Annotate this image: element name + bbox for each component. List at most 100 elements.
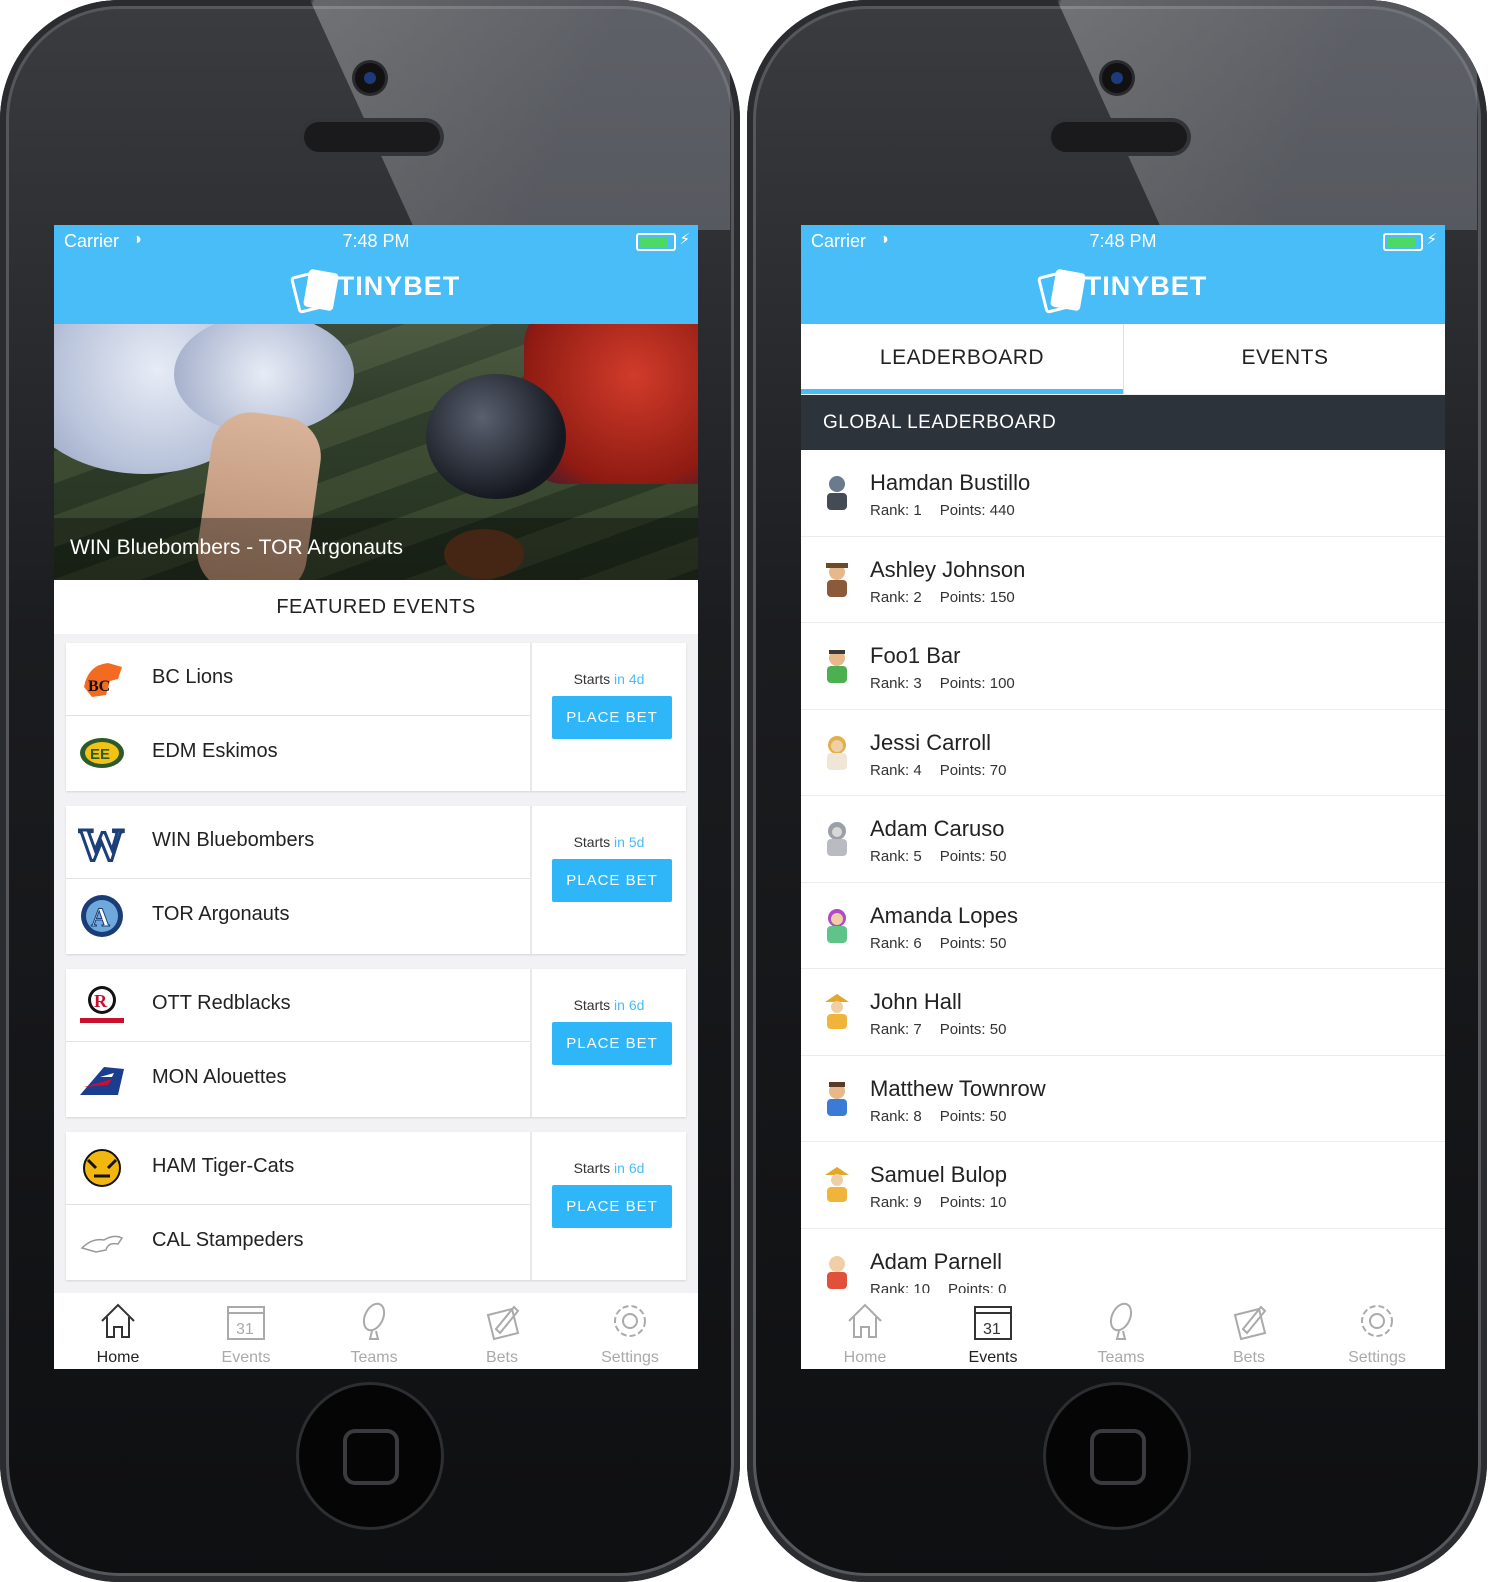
- tab-settings[interactable]: Settings: [566, 1293, 694, 1369]
- leaderboard-row[interactable]: Ashley Johnson Rank: 2 Points: 150: [801, 537, 1445, 623]
- team-row[interactable]: EE EDM Eskimos: [66, 717, 530, 789]
- home-icon: [848, 1303, 882, 1338]
- svg-text:BC: BC: [88, 678, 110, 695]
- leaderboard-row[interactable]: Hamdan Bustillo Rank: 1 Points: 440: [801, 450, 1445, 537]
- player-rank: 6: [913, 934, 922, 952]
- leaderboard-row[interactable]: Matthew Townrow Rank: 8 Points: 50: [801, 1056, 1445, 1142]
- home-button[interactable]: [299, 1385, 441, 1527]
- tab-settings[interactable]: Settings: [1313, 1293, 1441, 1369]
- glass-reflection: [1057, 0, 1477, 230]
- clock: 7:48 PM: [1089, 231, 1157, 251]
- home-icon: [101, 1303, 135, 1338]
- football-icon: [362, 1302, 386, 1340]
- team-name: WIN Bluebombers: [152, 829, 315, 851]
- team-row[interactable]: A TOR Argonauts: [66, 880, 530, 952]
- calendar-icon: 31: [974, 1306, 1012, 1340]
- event-start-time: Starts in 4d: [573, 671, 645, 687]
- tab-teams[interactable]: Teams: [310, 1293, 438, 1369]
- player-name: Hamdan Bustillo: [870, 470, 1031, 495]
- win-bluebombers-logo: W: [78, 820, 126, 864]
- tab-bets[interactable]: Bets: [438, 1293, 566, 1369]
- battery-icon: [636, 233, 676, 251]
- app-header: TINYBET: [54, 257, 698, 324]
- tab-bar: Home 31 Events Teams Bets Settings: [801, 1293, 1445, 1369]
- tab-bets[interactable]: Bets: [1185, 1293, 1313, 1369]
- team-name: BC Lions: [152, 666, 234, 688]
- charging-icon: ⚡: [1426, 231, 1437, 248]
- home-button[interactable]: [1046, 1385, 1188, 1527]
- leaderboard-row[interactable]: Adam Caruso Rank: 5 Points: 50: [801, 796, 1445, 883]
- player-name: Foo1 Bar: [870, 643, 961, 668]
- phone-leaderboard: Carrier ◑ 7:48 PM ⚡ TINYBET LEADERBOARD …: [747, 0, 1487, 1582]
- player-points: 0: [998, 1280, 1007, 1294]
- earpiece-speaker: [1051, 122, 1187, 152]
- hero-banner[interactable]: WIN Bluebombers - TOR Argonauts: [54, 324, 698, 580]
- team-row[interactable]: CAL Stampeders: [66, 1206, 530, 1278]
- player-name: Samuel Bulop: [870, 1162, 1007, 1187]
- svg-text:31: 31: [983, 1321, 1001, 1338]
- avatar-icon: [827, 650, 847, 683]
- place-bet-button[interactable]: PLACE BET: [552, 696, 672, 739]
- player-rank: 5: [913, 848, 922, 865]
- team-row[interactable]: BC BC Lions: [66, 643, 530, 716]
- event-start-time: Starts in 5d: [573, 834, 645, 850]
- app-name: TINYBET: [337, 271, 461, 302]
- player-rank: 7: [913, 1021, 922, 1038]
- ham-tiger-cats-logo: [83, 1149, 121, 1187]
- cards-icon: [289, 268, 339, 315]
- player-points: 70: [989, 761, 1007, 779]
- cards-icon: [1036, 268, 1086, 315]
- calendar-icon: 31: [227, 1306, 265, 1340]
- team-row[interactable]: MON Alouettes: [66, 1043, 530, 1115]
- tab-events[interactable]: 31 Events: [929, 1293, 1057, 1369]
- leaderboard-row[interactable]: Amanda Lopes Rank: 6 Points: 50: [801, 883, 1445, 969]
- place-bet-button[interactable]: PLACE BET: [552, 1022, 672, 1065]
- player-rank: 2: [913, 588, 922, 606]
- leaderboard-row[interactable]: John Hall Rank: 7 Points: 50: [801, 969, 1445, 1056]
- player-rank: 3: [913, 675, 922, 692]
- app-header: TINYBET: [801, 257, 1445, 324]
- featured-events-title: FEATURED EVENTS: [54, 580, 698, 634]
- tab-home[interactable]: Home: [54, 1293, 182, 1369]
- leaderboard-row[interactable]: Jessi Carroll Rank: 4 Points: 70: [801, 710, 1445, 796]
- player-name: Jessi Carroll: [870, 729, 992, 755]
- bc-lions-logo: BC: [84, 663, 122, 697]
- event-start-time: Starts in 6d: [573, 997, 645, 1013]
- player-name: John Hall: [870, 989, 962, 1014]
- pen-paper-icon: [1233, 1305, 1267, 1341]
- player-points: 10: [989, 1194, 1007, 1211]
- leaderboard-row[interactable]: Foo1 Bar Rank: 3 Points: 100: [801, 623, 1445, 710]
- tab-teams[interactable]: Teams: [1057, 1293, 1185, 1369]
- tab-home[interactable]: Home: [801, 1293, 929, 1369]
- segment-tabs: LEADERBOARD EVENTS: [801, 324, 1445, 394]
- player-rank: 8: [913, 1107, 922, 1125]
- status-bar: Carrier ◑ 7:48 PM ⚡: [54, 225, 698, 257]
- leaderboard-row[interactable]: Samuel Bulop Rank: 9 Points: 10: [801, 1142, 1445, 1229]
- player-points: 50: [989, 934, 1007, 952]
- tab-leaderboard[interactable]: LEADERBOARD: [801, 324, 1123, 394]
- tab-events-list[interactable]: EVENTS: [1123, 324, 1445, 394]
- app-logo: TINYBET: [54, 268, 698, 315]
- player-rank: 1: [913, 502, 922, 519]
- glass-reflection: [310, 0, 730, 230]
- leaderboard-row[interactable]: Adam Parnell Rank: 10 Points: 0: [801, 1229, 1445, 1294]
- event-card: R OTT Redblacks MON Alouettes Starts in …: [66, 969, 686, 1117]
- svg-text:R: R: [94, 991, 108, 1011]
- team-row[interactable]: HAM Tiger-Cats: [66, 1132, 530, 1205]
- avatar-icon: [827, 1255, 847, 1289]
- home-screen: Carrier ◑ 7:48 PM ⚡ TINYBET WIN Bluebomb…: [54, 225, 698, 1369]
- svg-text:EE: EE: [90, 746, 110, 763]
- place-bet-button[interactable]: PLACE BET: [552, 1185, 672, 1228]
- leaderboard-list: Hamdan Bustillo Rank: 1 Points: 440 Ashle…: [801, 450, 1445, 1293]
- team-row[interactable]: R OTT Redblacks: [66, 969, 530, 1042]
- place-bet-button[interactable]: PLACE BET: [552, 859, 672, 902]
- team-row[interactable]: W WIN Bluebombers: [66, 806, 530, 879]
- player-name: Adam Parnell: [870, 1248, 1003, 1274]
- front-camera: [355, 63, 385, 93]
- player-points: 100: [989, 675, 1015, 692]
- clock: 7:48 PM: [342, 231, 410, 251]
- avatar-icon: [827, 476, 847, 510]
- tab-events[interactable]: 31 Events: [182, 1293, 310, 1369]
- hero-caption-bar: WIN Bluebombers - TOR Argonauts: [54, 518, 698, 580]
- avatar-icon: [827, 908, 847, 943]
